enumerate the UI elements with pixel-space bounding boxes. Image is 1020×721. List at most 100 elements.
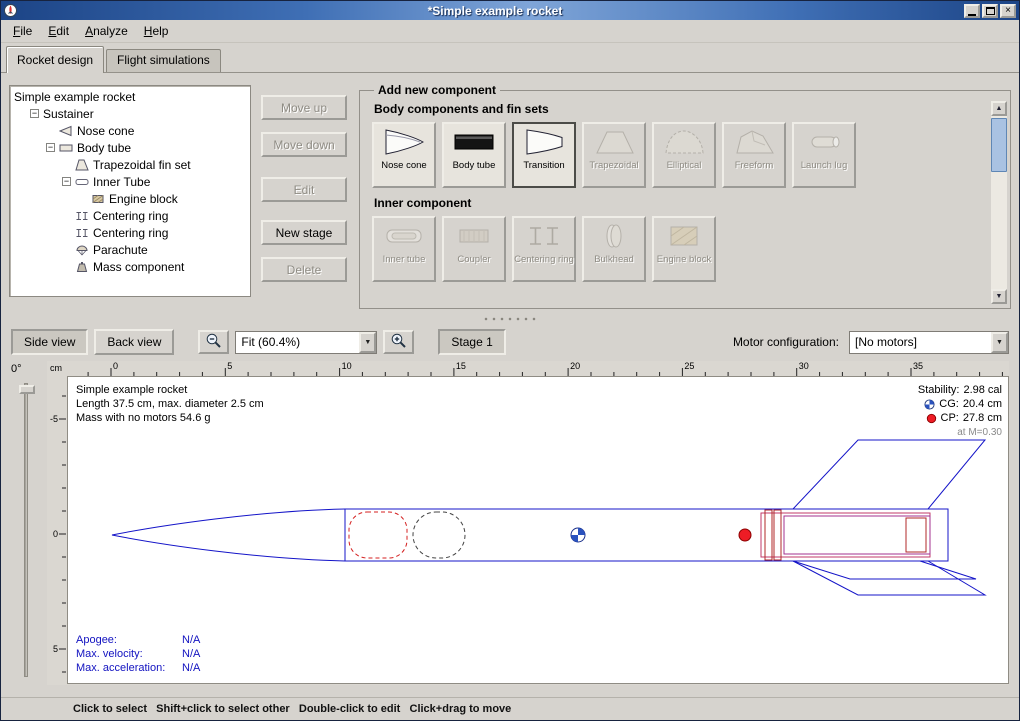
tree-item-label: Inner Tube (93, 175, 150, 189)
motor-config-label: Motor configuration: (733, 335, 839, 349)
menu-file[interactable]: File (5, 21, 40, 41)
statusbar: Click to select Shift+click to select ot… (1, 697, 1019, 720)
cg-value: 20.4 cm (963, 397, 1002, 411)
tree-item-centering-ring[interactable]: Centering ring (10, 224, 250, 241)
chevron-down-icon[interactable]: ▼ (359, 332, 376, 353)
rocket-mass: Mass with no motors 54.6 g (76, 411, 264, 425)
menubar: FileEditAnalyzeHelp (1, 20, 1019, 43)
zoom-in-button[interactable] (383, 330, 414, 354)
tree-item-sustainer[interactable]: −Sustainer (10, 105, 250, 122)
elliptical-icon (662, 127, 706, 160)
collapse-icon[interactable]: − (30, 109, 39, 118)
tree-item-nose-cone[interactable]: Nose cone (10, 122, 250, 139)
rocket-view[interactable]: cm 05101520253035 -505 (47, 361, 1009, 685)
menu-edit[interactable]: Edit (40, 21, 77, 41)
zoom-value: Fit (60.4%) (236, 332, 359, 353)
chevron-down-icon[interactable]: ▼ (991, 332, 1008, 353)
tree-item-engine-block[interactable]: Engine block (10, 190, 250, 207)
add-nose-cone-button[interactable]: Nose cone (372, 122, 436, 188)
component-button-label: Inner tube (383, 255, 426, 265)
stability-label: Stability: (918, 383, 960, 397)
tree-item-inner-tube[interactable]: − Inner Tube (10, 173, 250, 190)
tree-item-parachute[interactable]: Parachute (10, 241, 250, 258)
side-view-button[interactable]: Side view (11, 329, 88, 355)
new-stage-button[interactable]: New stage (261, 220, 347, 245)
component-button-label: Centering ring (514, 255, 574, 265)
scrollbar-thumb[interactable] (991, 118, 1007, 172)
back-view-button[interactable]: Back view (94, 329, 174, 355)
tab-rocket-design[interactable]: Rocket design (6, 46, 104, 73)
stability-row: Stability: 2.98 cal (918, 383, 1002, 397)
vertical-ruler: -505 (47, 376, 67, 684)
cg-row: CG: 20.4 cm (918, 397, 1002, 411)
add-transition-button[interactable]: Transition (512, 122, 576, 188)
nosecone-icon (59, 125, 73, 137)
component-button-label: Bulkhead (594, 255, 634, 265)
titlebar[interactable]: *Simple example rocket × (1, 1, 1019, 20)
transition-icon (522, 127, 566, 160)
tree-item-simple-example-rocket[interactable]: Simple example rocket (10, 88, 250, 105)
scroll-down-button[interactable]: ▼ (991, 289, 1007, 304)
stability-readout: Stability: 2.98 cal CG: 20.4 cm CP: 27.8… (918, 383, 1002, 440)
edit-button: Edit (261, 177, 347, 202)
svg-text:15: 15 (456, 361, 466, 371)
rocket-length: Length 37.5 cm, max. diameter 2.5 cm (76, 397, 264, 411)
zoom-out-button[interactable] (198, 330, 229, 354)
component-button-row: Inner tubeCouplerCentering ringBulkheadE… (372, 216, 984, 282)
tree-item-centering-ring[interactable]: Centering ring (10, 207, 250, 224)
stage-1-button[interactable]: Stage 1 (438, 329, 505, 355)
flight-label: Max. velocity: (76, 647, 182, 661)
add-inner-tube-button: Inner tube (372, 216, 436, 282)
minimize-icon (968, 14, 976, 16)
menu-analyze[interactable]: Analyze (77, 21, 136, 41)
rotation-slider-thumb[interactable] (19, 385, 35, 394)
cp-label: CP: (941, 411, 959, 425)
rocket-canvas[interactable]: Simple example rocket Length 37.5 cm, ma… (67, 376, 1009, 684)
component-button-label: Elliptical (667, 161, 702, 171)
status-hints: Click to select Shift+click to select ot… (73, 703, 511, 715)
fin-lower2-outline (793, 561, 976, 579)
add-coupler-button: Coupler (442, 216, 506, 282)
add-elliptical-button: Elliptical (652, 122, 716, 188)
cg-label: CG: (939, 397, 959, 411)
add-body-tube-button[interactable]: Body tube (442, 122, 506, 188)
rotation-slider[interactable] (24, 383, 28, 677)
flight-label: Apogee: (76, 633, 182, 647)
svg-text:35: 35 (913, 361, 923, 371)
stability-value: 2.98 cal (963, 383, 1002, 397)
close-button[interactable]: × (1000, 4, 1016, 18)
scrollbar-track[interactable] (991, 116, 1007, 289)
component-action-buttons: Move upMove downEditNew stageDelete (261, 95, 349, 309)
collapse-icon[interactable]: − (46, 143, 55, 152)
bodytube-icon (59, 142, 73, 154)
component-scrollbar[interactable]: ▲ ▼ (991, 101, 1007, 304)
minimize-button[interactable] (964, 4, 980, 18)
tab-flight-simulations[interactable]: Flight simulations (106, 49, 221, 72)
component-button-label: Trapezoidal (589, 161, 638, 171)
engineblock-icon (91, 193, 105, 205)
svg-text:25: 25 (684, 361, 694, 371)
collapse-icon[interactable]: − (62, 177, 71, 186)
scroll-up-button[interactable]: ▲ (991, 101, 1007, 116)
tree-item-label: Mass component (93, 260, 184, 274)
motor-config-combo[interactable]: [No motors] ▼ (849, 331, 1009, 354)
tree-item-label: Simple example rocket (14, 90, 135, 104)
splitter-handle[interactable] (1, 313, 1019, 325)
tree-item-label: Nose cone (77, 124, 134, 138)
window-title: *Simple example rocket (41, 4, 949, 18)
component-button-row: Nose coneBody tubeTransition Trapezoidal E… (372, 122, 984, 188)
component-tree[interactable]: Simple example rocket−Sustainer Nose cone… (9, 85, 251, 297)
menu-help[interactable]: Help (136, 21, 177, 41)
horizontal-ruler: 05101520253035 (67, 361, 1009, 376)
zoom-combo[interactable]: Fit (60.4%) ▼ (235, 331, 377, 354)
bodytube-icon (452, 127, 496, 160)
add-trapezoidal-button: Trapezoidal (582, 122, 646, 188)
view-toolbar: Side view Back view Fit (60.4%) ▼ Stage … (1, 325, 1019, 359)
tree-item-body-tube[interactable]: −Body tube (10, 139, 250, 156)
tree-item-mass-component[interactable]: Mass component (10, 258, 250, 275)
tree-item-trapezoidal-fin-set[interactable]: Trapezoidal fin set (10, 156, 250, 173)
svg-text:10: 10 (342, 361, 352, 371)
move-down-button: Move down (261, 132, 347, 157)
maximize-button[interactable] (982, 4, 998, 18)
tree-item-label: Parachute (93, 243, 148, 257)
